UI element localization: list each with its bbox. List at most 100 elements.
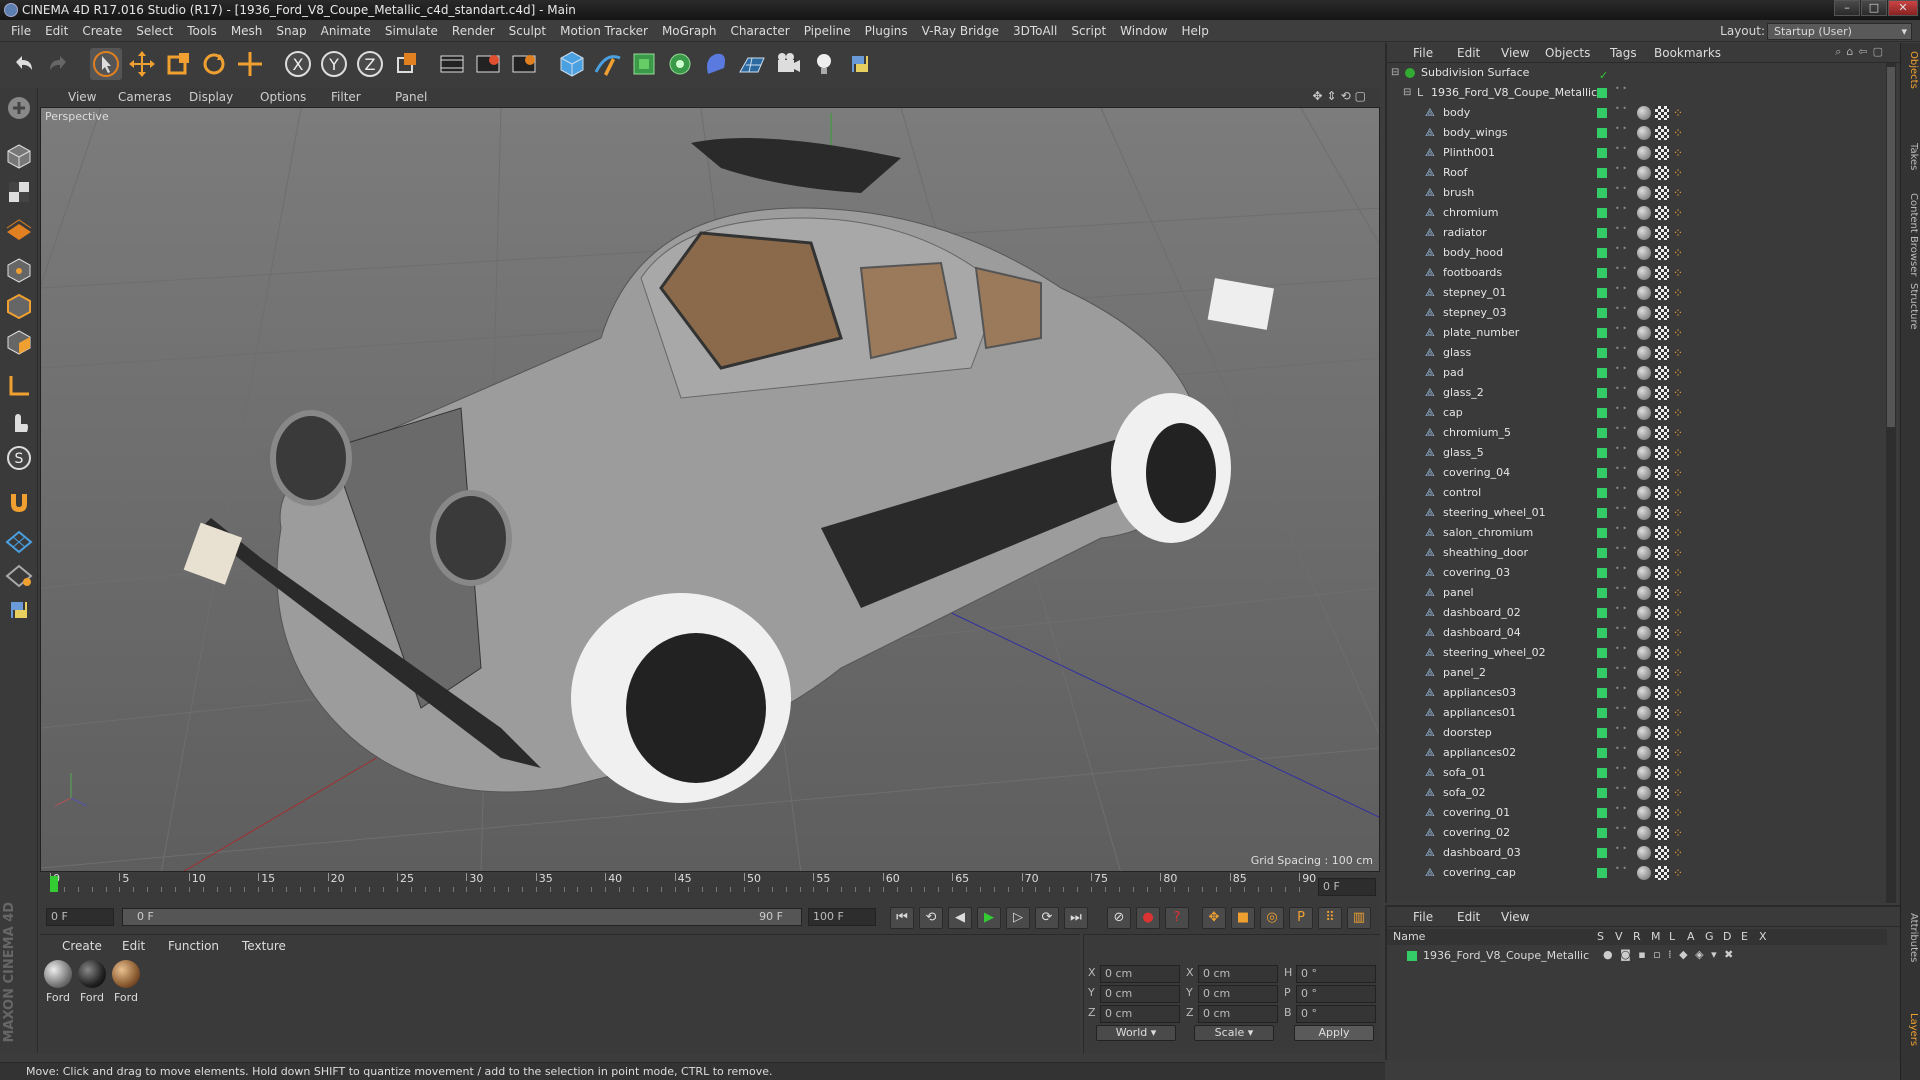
viewport-menu-view[interactable]: View [68, 88, 96, 106]
texture-tag-icon[interactable] [1655, 266, 1669, 280]
texture-tag-icon[interactable] [1655, 286, 1669, 300]
texture-tag-icon[interactable] [1655, 166, 1669, 180]
visibility-dots-icon[interactable]: • • [1615, 145, 1627, 153]
visibility-dots-icon[interactable]: • • [1615, 625, 1627, 633]
phong-tag-icon[interactable]: ⁘ [1673, 183, 1683, 203]
visibility-dots-icon[interactable]: • • [1615, 665, 1627, 673]
layer-column-header[interactable]: A [1687, 929, 1695, 945]
layer-column-header[interactable]: X [1759, 929, 1767, 945]
texture-tag-icon[interactable] [1655, 346, 1669, 360]
phong-tag-icon[interactable]: ⁘ [1673, 223, 1683, 243]
layer-color-icon[interactable] [1597, 668, 1607, 678]
cloner-icon[interactable] [664, 48, 696, 80]
phong-tag-icon[interactable]: ⁘ [1673, 743, 1683, 763]
texture-tag-icon[interactable] [1655, 826, 1669, 840]
phong-tag-icon[interactable]: ⁘ [1673, 303, 1683, 323]
phong-tag-icon[interactable]: ⁘ [1673, 203, 1683, 223]
object-row[interactable]: ⟁ sheathing_door • • ⁘ [1387, 543, 1882, 563]
material-tag-icon[interactable] [1637, 266, 1651, 280]
material-tag-icon[interactable] [1637, 766, 1651, 780]
visibility-dots-icon[interactable]: • • [1615, 465, 1627, 473]
material-tag-icon[interactable] [1637, 306, 1651, 320]
layer-color-icon[interactable] [1597, 248, 1607, 258]
material-tag-icon[interactable] [1637, 386, 1651, 400]
visibility-dots-icon[interactable]: • • [1615, 565, 1627, 573]
collapse-icon[interactable]: ⊟ [1391, 63, 1399, 83]
material-tag-icon[interactable] [1637, 726, 1651, 740]
layer-menu-file[interactable]: File [1413, 907, 1433, 927]
object-row[interactable]: ⟁ panel • • ⁘ [1387, 583, 1882, 603]
texture-tag-icon[interactable] [1655, 486, 1669, 500]
material-tag-icon[interactable] [1637, 106, 1651, 120]
scale-key-icon[interactable]: ■ [1231, 907, 1255, 929]
object-row[interactable]: ⟁ covering_04 • • ⁘ [1387, 463, 1882, 483]
visibility-dots-icon[interactable]: • • [1615, 485, 1627, 493]
texture-tag-icon[interactable] [1655, 766, 1669, 780]
visibility-dots-icon[interactable]: • • [1615, 305, 1627, 313]
grid-lock-icon[interactable] [3, 524, 35, 556]
play-icon[interactable]: ▶ [977, 907, 1001, 929]
object-menu-edit[interactable]: Edit [1457, 43, 1480, 63]
material-tag-icon[interactable] [1637, 706, 1651, 720]
phong-tag-icon[interactable]: ⁘ [1673, 443, 1683, 463]
apply-button[interactable]: Apply [1294, 1025, 1374, 1041]
menu-file[interactable]: File [4, 20, 38, 42]
python-icon[interactable] [844, 48, 876, 80]
texture-tag-icon[interactable] [1655, 406, 1669, 420]
object-row[interactable]: ⟁ control • • ⁘ [1387, 483, 1882, 503]
phong-tag-icon[interactable]: ⁘ [1673, 423, 1683, 443]
viewport-menu-panel[interactable]: Panel [395, 88, 427, 106]
viewport-menu-cameras[interactable]: Cameras [118, 88, 171, 106]
material-tag-icon[interactable] [1637, 546, 1651, 560]
layer-color-icon[interactable] [1597, 688, 1607, 698]
end-frame-field[interactable]: 100 F [808, 908, 876, 926]
viewport-menu-display[interactable]: Display [189, 88, 233, 106]
object-row[interactable]: ⟁ sofa_01 • • ⁘ [1387, 763, 1882, 783]
step-back-icon[interactable]: ⟲ [919, 907, 943, 929]
texture-tag-icon[interactable] [1655, 746, 1669, 760]
menu-3dtoall[interactable]: 3DToAll [1006, 20, 1064, 42]
coordinate-system-icon[interactable] [390, 48, 422, 80]
viewport-menu-filter[interactable]: Filter [331, 88, 361, 106]
layer-color-icon[interactable] [1597, 428, 1607, 438]
texture-tag-icon[interactable] [1655, 546, 1669, 560]
phong-tag-icon[interactable]: ⁘ [1673, 563, 1683, 583]
texture-tag-icon[interactable] [1655, 726, 1669, 740]
layer-color-icon[interactable] [1597, 868, 1607, 878]
phong-tag-icon[interactable]: ⁘ [1673, 343, 1683, 363]
object-row[interactable]: ⟁ glass_2 • • ⁘ [1387, 383, 1882, 403]
texture-tag-icon[interactable] [1655, 466, 1669, 480]
layer-color-icon[interactable] [1597, 708, 1607, 718]
rotate-tool-icon[interactable] [198, 48, 230, 80]
light-icon[interactable] [808, 48, 840, 80]
texture-tag-icon[interactable] [1655, 326, 1669, 340]
texture-tag-icon[interactable] [1655, 866, 1669, 880]
object-row-root[interactable]: ⊟ Subdivision Surface ✓ [1387, 63, 1882, 83]
visibility-dots-icon[interactable]: • • [1615, 685, 1627, 693]
object-row[interactable]: ⟁ covering_01 • • ⁘ [1387, 803, 1882, 823]
visibility-dots-icon[interactable]: • • [1615, 165, 1627, 173]
layer-color-icon[interactable] [1597, 848, 1607, 858]
object-row[interactable]: ⟁ appliances01 • • ⁘ [1387, 703, 1882, 723]
object-row[interactable]: ⟁ stepney_01 • • ⁘ [1387, 283, 1882, 303]
current-frame-field[interactable]: 0 F [1318, 878, 1376, 896]
layer-column-header[interactable]: S [1597, 929, 1604, 945]
layer-color-icon[interactable] [1597, 388, 1607, 398]
phong-tag-icon[interactable]: ⁘ [1673, 643, 1683, 663]
magnet-icon[interactable] [3, 486, 35, 518]
coord-position-field[interactable]: 0 cm [1100, 965, 1180, 983]
visibility-dots-icon[interactable]: • • [1615, 405, 1627, 413]
layer-color-icon[interactable] [1597, 648, 1607, 658]
side-tab-content-browser[interactable]: Content Browser [1903, 193, 1919, 276]
coord-position-field[interactable]: 0 cm [1100, 1005, 1180, 1023]
texture-mode-icon[interactable] [3, 176, 35, 208]
layer-color-icon[interactable] [1597, 768, 1607, 778]
phong-tag-icon[interactable]: ⁘ [1673, 503, 1683, 523]
menu-animate[interactable]: Animate [314, 20, 378, 42]
scale-tool-icon[interactable] [162, 48, 194, 80]
material-tag-icon[interactable] [1637, 446, 1651, 460]
texture-tag-icon[interactable] [1655, 806, 1669, 820]
side-tab-objects[interactable]: Objects [1903, 51, 1919, 89]
visibility-dots-icon[interactable]: • • [1615, 385, 1627, 393]
visibility-dots-icon[interactable]: • • [1615, 725, 1627, 733]
